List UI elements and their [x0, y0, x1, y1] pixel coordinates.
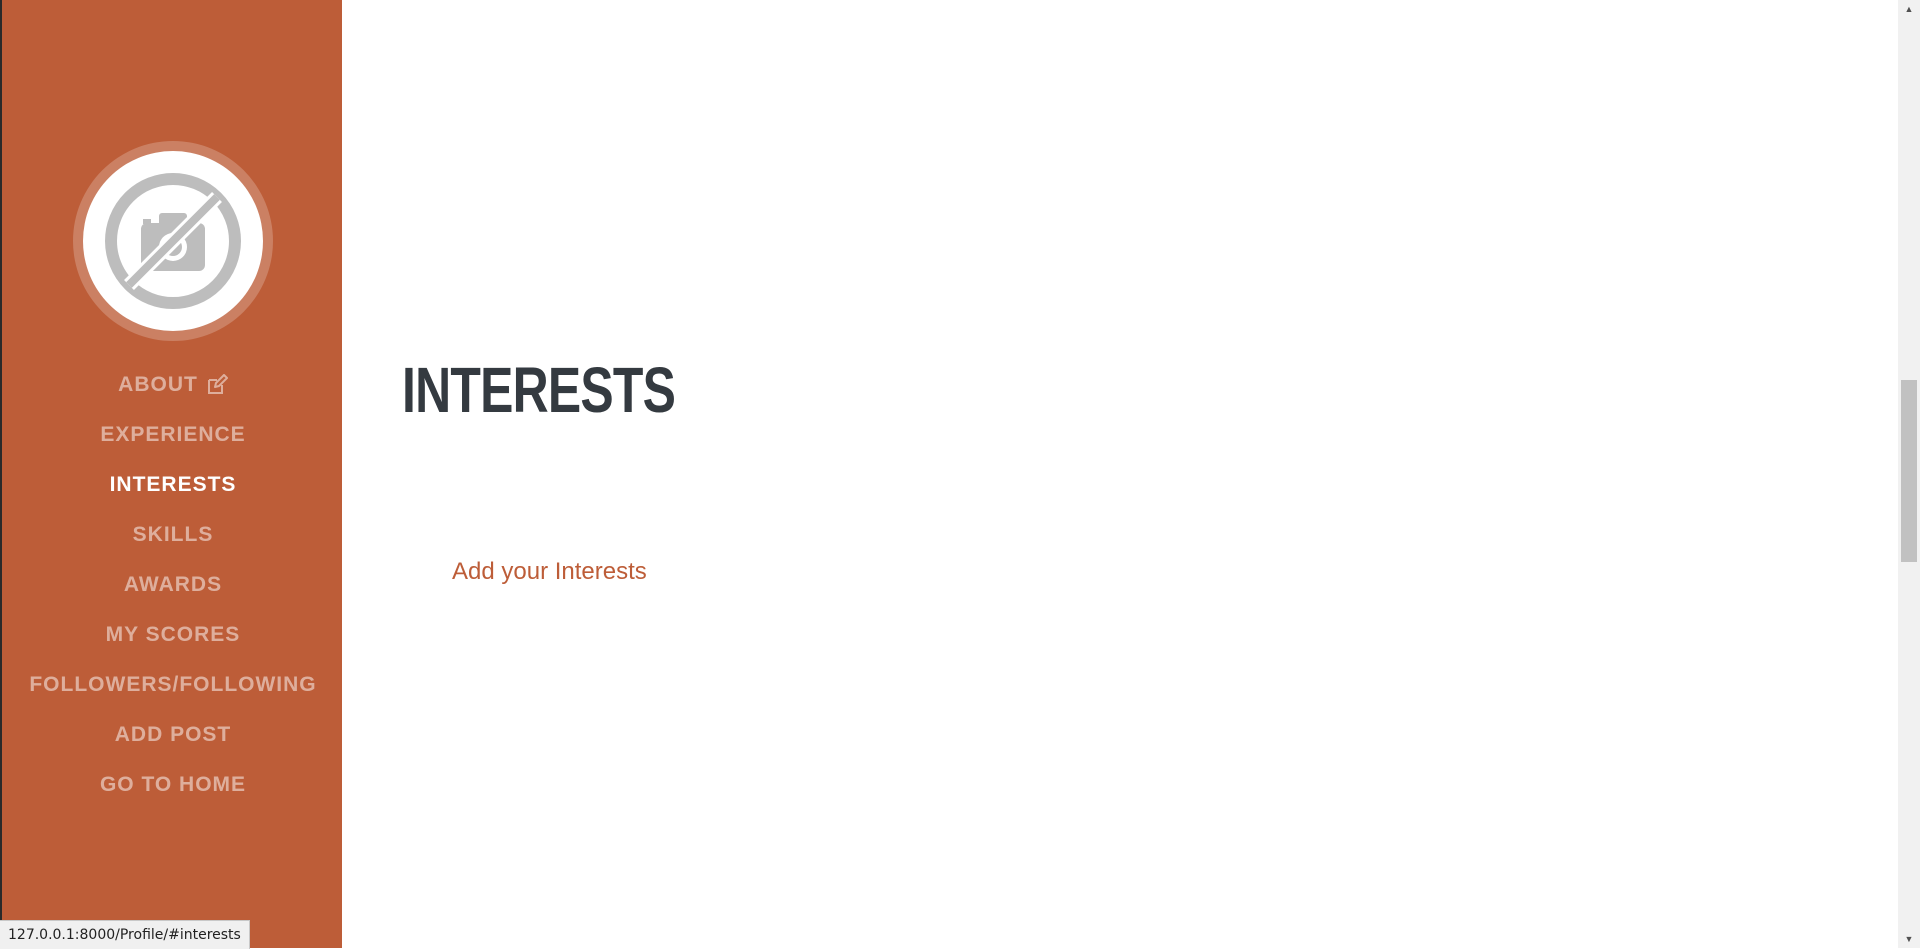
section-title: INTERESTS: [402, 354, 676, 426]
nav-item-label: GO TO HOME: [99, 773, 247, 796]
nav-item-label: EXPERIENCE: [100, 423, 246, 446]
nav-item-label: INTERESTS: [109, 473, 237, 496]
nav-item-about[interactable]: ABOUT: [2, 360, 344, 410]
nav-item-awards[interactable]: AWARDS: [2, 560, 344, 610]
nav-item-go-to-home[interactable]: GO TO HOME: [2, 760, 344, 810]
scrollbar-thumb[interactable]: [1901, 380, 1917, 562]
avatar-ring: [73, 141, 273, 341]
no-camera-icon: [105, 173, 241, 309]
main-content: INTERESTS Add your Interests: [342, 0, 1898, 948]
nav-item-add-post[interactable]: ADD POST: [2, 710, 344, 760]
nav-item-experience[interactable]: EXPERIENCE: [2, 410, 344, 460]
scroll-up-arrow-icon[interactable]: ▲: [1898, 0, 1920, 18]
nav-item-label: AWARDS: [123, 573, 223, 596]
add-interests-link[interactable]: Add your Interests: [452, 558, 647, 586]
nav-item-label: FOLLOWERS/FOLLOWING: [29, 673, 317, 696]
nav-item-interests[interactable]: INTERESTS: [2, 460, 344, 510]
sidebar-nav: ABOUT EXPERIENCE INTERESTS SKILLS AWARDS…: [2, 360, 344, 810]
scrollbar[interactable]: ▲ ▼: [1898, 0, 1920, 948]
nav-item-label: MY SCORES: [105, 623, 241, 646]
status-bar-url: 127.0.0.1:8000/Profile/#interests: [0, 920, 250, 949]
nav-item-my-scores[interactable]: MY SCORES: [2, 610, 344, 660]
nav-item-skills[interactable]: SKILLS: [2, 510, 344, 560]
sidebar: ABOUT EXPERIENCE INTERESTS SKILLS AWARDS…: [0, 0, 342, 948]
nav-item-label: ADD POST: [114, 723, 232, 746]
edit-icon[interactable]: [206, 374, 228, 396]
nav-item-label: SKILLS: [132, 523, 214, 546]
scroll-down-arrow-icon[interactable]: ▼: [1898, 930, 1920, 948]
avatar[interactable]: [83, 151, 263, 331]
nav-item-followers-following[interactable]: FOLLOWERS/FOLLOWING: [2, 660, 344, 710]
nav-item-label: ABOUT: [118, 373, 198, 396]
